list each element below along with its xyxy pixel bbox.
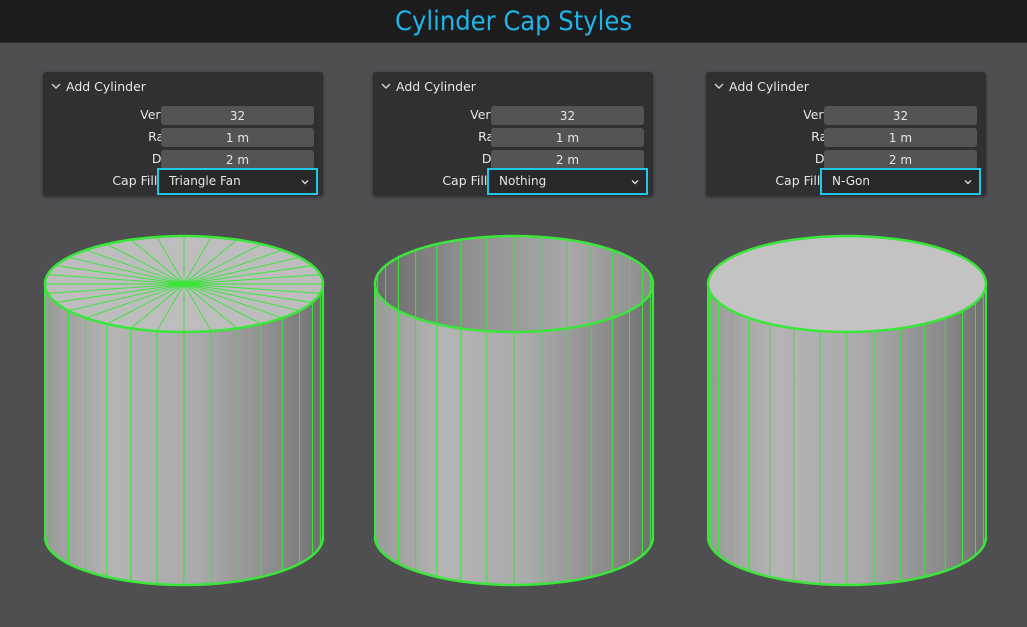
cap-fill-type-value: N-Gon	[832, 174, 870, 188]
radius-field[interactable]: 1 m	[824, 128, 977, 147]
radius-field[interactable]: 1 m	[491, 128, 644, 147]
cylinder-ngon-mesh	[706, 234, 988, 587]
depth-field[interactable]: 2 m	[824, 150, 977, 169]
vertices-field[interactable]: 32	[824, 106, 977, 125]
panel-ngon: Add Cylinder Vertices 32 Radius 1 m Dept…	[706, 72, 986, 196]
page-title: Cylinder Cap Styles	[395, 5, 632, 37]
panel-title: Add Cylinder	[396, 78, 476, 94]
cap-fill-type-value: Triangle Fan	[169, 174, 241, 188]
chevron-down-icon	[51, 83, 61, 89]
chevron-down-icon	[381, 83, 391, 89]
chevron-down-icon	[964, 180, 972, 185]
panel-triangle-fan: Add Cylinder Vertices 32 Radius 1 m Dept…	[43, 72, 323, 196]
panel-title: Add Cylinder	[66, 78, 146, 94]
depth-field[interactable]: 2 m	[491, 150, 644, 169]
depth-field[interactable]: 2 m	[161, 150, 314, 169]
cylinder-triangle-fan-mesh	[43, 234, 325, 587]
chevron-down-icon	[301, 180, 309, 185]
panel-title: Add Cylinder	[729, 78, 809, 94]
panel-header[interactable]: Add Cylinder	[49, 77, 146, 95]
cylinder-no-cap-mesh	[373, 234, 655, 587]
panel-nothing: Add Cylinder Vertices 32 Radius 1 m Dept…	[373, 72, 653, 196]
chevron-down-icon	[631, 180, 639, 185]
fan-center-vertex	[175, 281, 193, 287]
radius-field[interactable]: 1 m	[161, 128, 314, 147]
panel-header[interactable]: Add Cylinder	[712, 77, 809, 95]
vertices-field[interactable]: 32	[491, 106, 644, 125]
panel-header[interactable]: Add Cylinder	[379, 77, 476, 95]
cap-fill-type-value: Nothing	[499, 174, 547, 188]
chevron-down-icon	[714, 83, 724, 89]
cap-fill-type-select[interactable]: Nothing	[487, 168, 648, 195]
title-bar: Cylinder Cap Styles	[0, 0, 1027, 43]
cap-fill-type-select[interactable]: N-Gon	[820, 168, 981, 195]
cap-fill-type-select[interactable]: Triangle Fan	[157, 168, 318, 195]
vertices-field[interactable]: 32	[161, 106, 314, 125]
